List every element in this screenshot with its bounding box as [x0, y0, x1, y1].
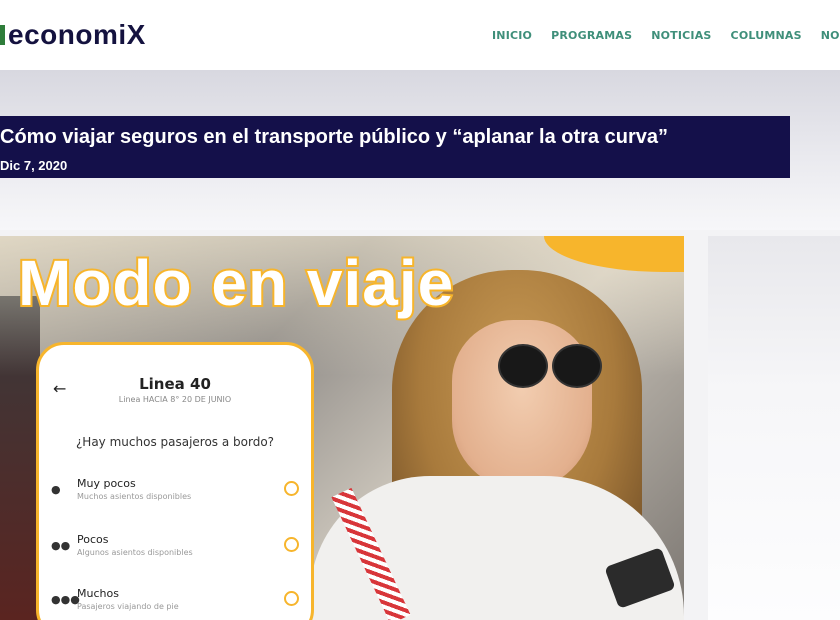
option-pocos: ●● Pocos Algunos asientos disponibles — [51, 533, 299, 569]
option-label: Muchos — [77, 587, 119, 600]
nav-item-columnas[interactable]: COLUMNAS — [731, 29, 802, 42]
article-title: Cómo viajar seguros en el transporte púb… — [0, 126, 668, 148]
site-logo[interactable]: economiX — [0, 19, 146, 50]
nav-item-programas[interactable]: PROGRAMAS — [551, 29, 632, 42]
option-desc: Algunos asientos disponibles — [77, 548, 193, 557]
banner-heading: Modo en viaje — [16, 245, 455, 321]
article-featured-image[interactable]: Modo en viaje ← Linea 40 Linea HACIA 8° … — [0, 236, 684, 620]
logo-text: economiX — [8, 19, 146, 50]
radio-icon — [284, 591, 299, 606]
person-icon: ● — [51, 483, 61, 496]
option-muy-pocos: ● Muy pocos Muchos asientos disponibles — [51, 477, 299, 513]
occupancy-question: ¿Hay muchos pasajeros a bordo? — [75, 435, 275, 449]
nav-item-noticias[interactable]: NOTICIAS — [651, 29, 711, 42]
main-nav: INICIO PROGRAMAS NOTICIAS COLUMNAS NO — [492, 29, 840, 42]
option-label: Muy pocos — [77, 477, 136, 490]
option-muchos: ●●● Muchos Pasajeros viajando de pie — [51, 587, 299, 620]
article-date: Dic 7, 2020 — [0, 158, 68, 173]
sunglasses-left-lens — [498, 344, 548, 388]
radio-icon — [284, 537, 299, 552]
line-title: Linea 40 — [139, 375, 211, 393]
option-desc: Muchos asientos disponibles — [77, 492, 192, 501]
sunglasses-right-lens — [552, 344, 602, 388]
logo-mark-icon — [0, 25, 5, 45]
crowd-icon: ●●● — [51, 593, 80, 606]
line-subtitle: Linea HACIA 8° 20 DE JUNIO — [118, 395, 232, 404]
sidebar-panel — [708, 236, 840, 620]
two-people-icon: ●● — [51, 539, 71, 552]
option-label: Pocos — [77, 533, 109, 546]
article-title-box: Cómo viajar seguros en el transporte púb… — [0, 116, 790, 178]
option-desc: Pasajeros viajando de pie — [77, 602, 179, 611]
nav-item-truncated[interactable]: NO — [821, 29, 840, 42]
site-header: economiX INICIO PROGRAMAS NOTICIAS COLUM… — [0, 0, 840, 71]
radio-icon — [284, 481, 299, 496]
app-screen-mockup: ← Linea 40 Linea HACIA 8° 20 DE JUNIO ¿H… — [36, 342, 314, 620]
nav-item-inicio[interactable]: INICIO — [492, 29, 532, 42]
